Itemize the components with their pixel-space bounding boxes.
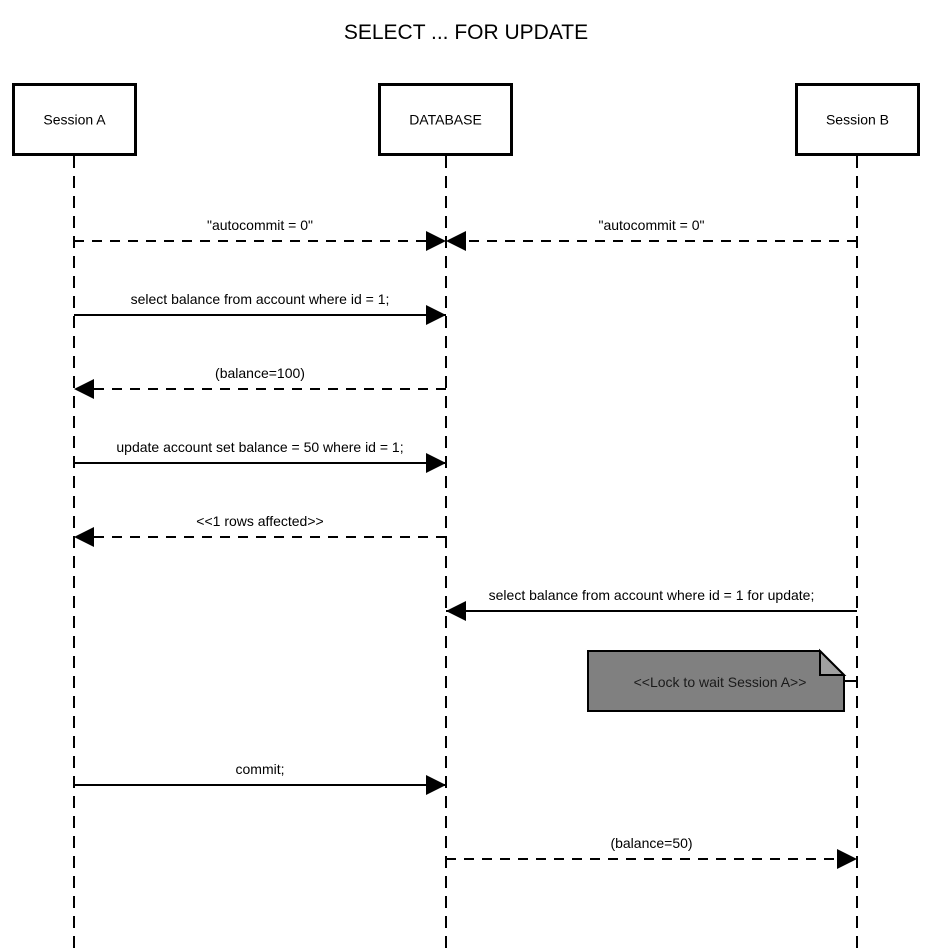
message-label: commit; bbox=[236, 761, 285, 777]
message-arrow[interactable]: (balance=50) bbox=[446, 835, 857, 869]
actor-session-b[interactable]: Session B bbox=[795, 83, 920, 156]
message-label: (balance=100) bbox=[215, 365, 305, 381]
actor-label: Session A bbox=[43, 112, 106, 128]
actor-database[interactable]: DATABASE bbox=[378, 83, 513, 156]
actor-session-a[interactable]: Session A bbox=[12, 83, 137, 156]
note-lock-wait[interactable]: <<Lock to wait Session A>> bbox=[587, 648, 857, 712]
message-label: update account set balance = 50 where id… bbox=[116, 439, 403, 455]
note-fold-corner bbox=[819, 648, 847, 676]
message-arrow[interactable]: select balance from account where id = 1… bbox=[446, 587, 857, 621]
message-label: (balance=50) bbox=[610, 835, 692, 851]
sequence-diagram: SELECT ... FOR UPDATE Session A DATABASE S… bbox=[12, 21, 920, 951]
message-arrow[interactable]: commit; bbox=[74, 761, 446, 795]
message-label: "autocommit = 0" bbox=[207, 217, 313, 233]
message-arrow[interactable]: (balance=100) bbox=[74, 365, 446, 399]
message-arrow[interactable]: select balance from account where id = 1… bbox=[74, 291, 446, 325]
message-arrow[interactable]: "autocommit = 0" bbox=[74, 217, 446, 251]
actor-label: DATABASE bbox=[409, 112, 482, 128]
message-label: select balance from account where id = 1… bbox=[131, 291, 390, 307]
message-label: select balance from account where id = 1… bbox=[489, 587, 815, 603]
message-arrow[interactable]: update account set balance = 50 where id… bbox=[74, 439, 446, 473]
diagram-title: SELECT ... FOR UPDATE bbox=[344, 21, 588, 44]
message-label: <<1 rows affected>> bbox=[196, 513, 323, 529]
message-arrow[interactable]: "autocommit = 0" bbox=[446, 217, 857, 251]
message-label: "autocommit = 0" bbox=[598, 217, 704, 233]
message-arrow[interactable]: <<1 rows affected>> bbox=[74, 513, 446, 547]
note-label: <<Lock to wait Session A>> bbox=[634, 674, 807, 690]
actor-label: Session B bbox=[826, 112, 889, 128]
